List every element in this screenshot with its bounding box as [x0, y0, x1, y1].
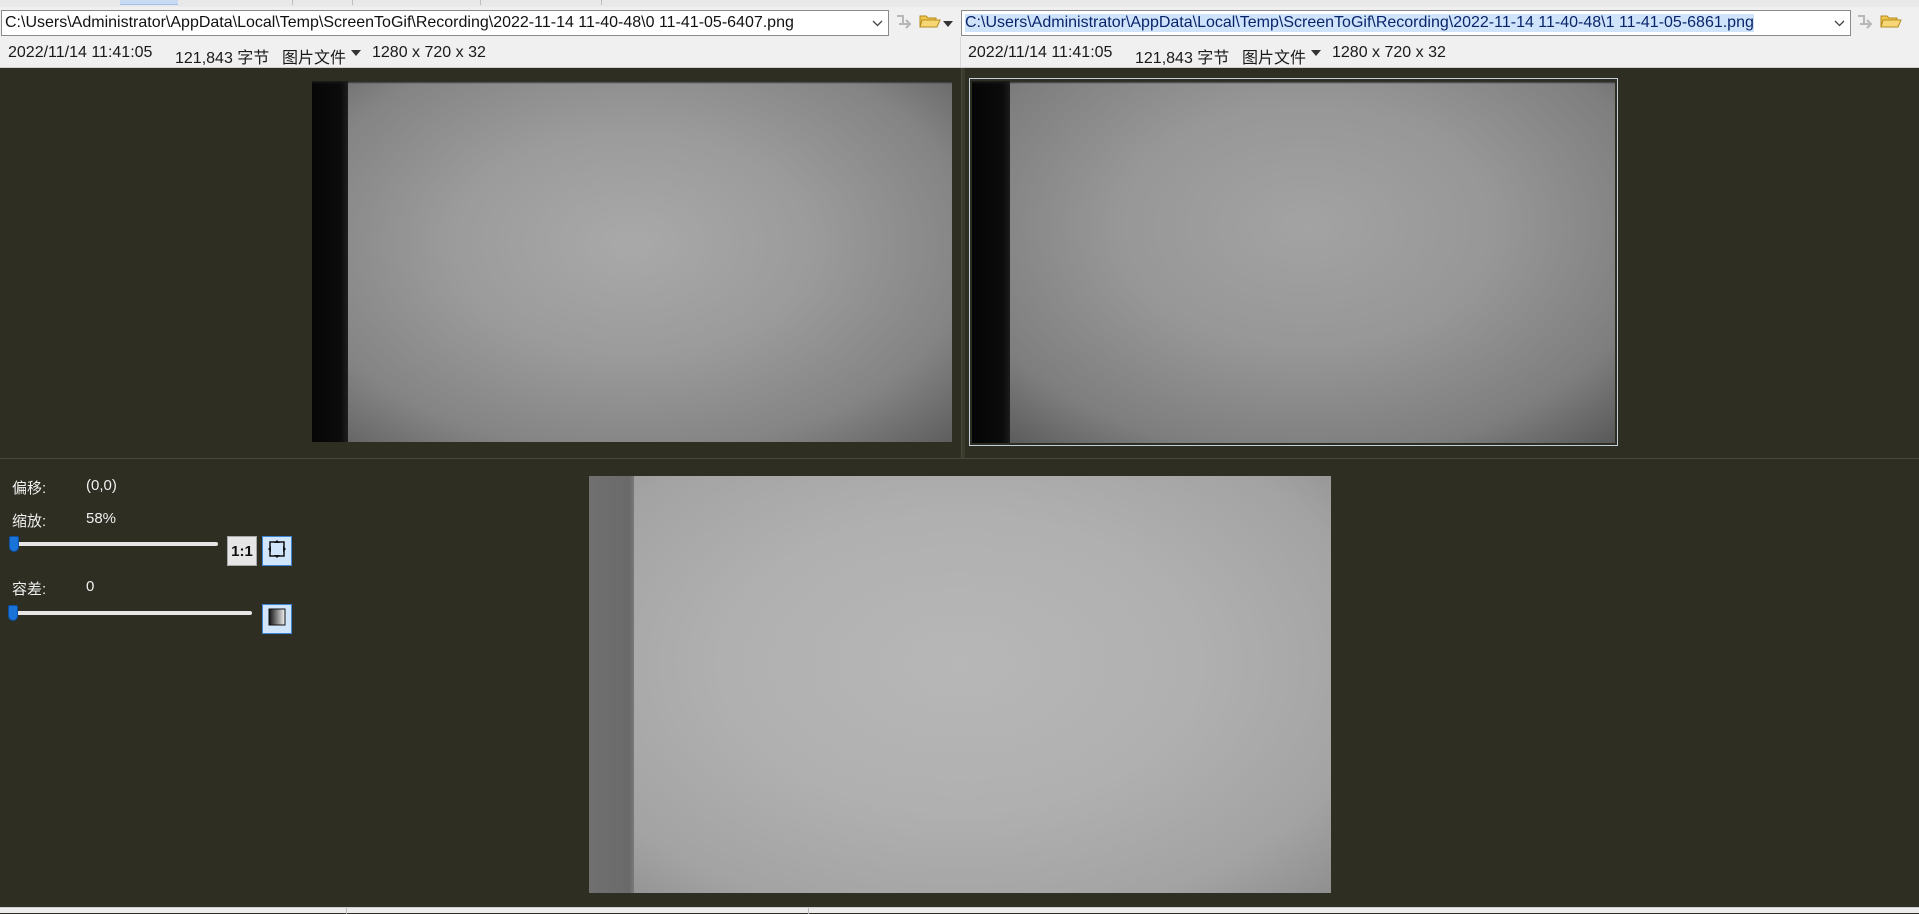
chevron-down-icon[interactable]	[1828, 11, 1850, 35]
folder-icon	[1880, 12, 1902, 35]
zoom-slider-thumb[interactable]	[9, 536, 19, 552]
image-dark-band	[972, 81, 1010, 443]
tolerance-slider-track[interactable]	[12, 611, 252, 615]
tab-separator	[601, 0, 602, 5]
caret-down-icon[interactable]	[351, 50, 361, 56]
vertical-splitter[interactable]	[961, 68, 965, 458]
right-path-combobox[interactable]: C:\Users\Administrator\AppData\Local\Tem…	[961, 10, 1851, 36]
image-dark-band	[312, 81, 348, 442]
right-file-dimensions: 1280 x 720 x 32	[1332, 44, 1446, 61]
gradient-square-icon	[268, 608, 286, 631]
status-separator	[346, 908, 347, 914]
left-file-dimensions: 1280 x 720 x 32	[372, 44, 486, 61]
left-file-size: 121,843 字节	[175, 50, 270, 67]
left-file-date: 2022/11/14 11:41:05	[8, 44, 153, 61]
difference-image-view[interactable]	[589, 476, 1331, 893]
tolerance-label: 容差:	[12, 581, 47, 598]
fit-window-icon	[267, 539, 287, 564]
left-path-bar: C:\Users\Administrator\AppData\Local\Tem…	[0, 7, 960, 37]
tab-separator	[352, 0, 353, 5]
tab-separator	[292, 0, 293, 5]
status-separator	[808, 908, 809, 914]
left-path-text[interactable]: C:\Users\Administrator\AppData\Local\Tem…	[2, 14, 866, 32]
open-folder-button[interactable]	[1879, 12, 1903, 34]
next-file-button[interactable]	[1853, 12, 1877, 34]
right-image-view[interactable]	[972, 81, 1615, 443]
tolerance-mode-button[interactable]	[262, 604, 292, 634]
offset-value: (0,0)	[86, 477, 117, 494]
image-edge	[972, 81, 1615, 84]
horizontal-splitter[interactable]	[0, 458, 1919, 464]
actual-size-button[interactable]: 1:1	[227, 536, 257, 566]
left-file-info: 2022/11/14 11:41:05 121,843 字节 图片文件 1280…	[0, 37, 960, 68]
left-path-combobox[interactable]: C:\Users\Administrator\AppData\Local\Tem…	[1, 10, 889, 36]
image-grey-band	[589, 476, 634, 893]
fit-window-button[interactable]	[262, 536, 292, 566]
right-path-selection[interactable]: C:\Users\Administrator\AppData\Local\Tem…	[965, 14, 1754, 32]
right-file-info: 2022/11/14 11:41:05 121,843 字节 图片文件 1280…	[960, 37, 1919, 68]
tolerance-value: 0	[86, 578, 95, 595]
folder-icon	[919, 12, 941, 35]
left-image-view[interactable]	[312, 81, 952, 442]
status-bar	[0, 907, 1919, 914]
right-path-bar: C:\Users\Administrator\AppData\Local\Tem…	[960, 7, 1919, 37]
chevron-down-icon[interactable]	[866, 11, 888, 35]
zoom-value: 58%	[86, 510, 117, 527]
right-path-text[interactable]: C:\Users\Administrator\AppData\Local\Tem…	[962, 14, 1828, 32]
right-file-size: 121,843 字节	[1135, 50, 1230, 67]
tab-separator	[480, 0, 481, 5]
arrow-right-icon	[1855, 12, 1875, 35]
open-menu-dropdown[interactable]	[940, 12, 956, 34]
tab-strip	[0, 0, 1919, 7]
next-file-button[interactable]	[892, 12, 916, 34]
tolerance-slider-thumb[interactable]	[8, 605, 18, 621]
zoom-slider-track[interactable]	[12, 542, 218, 546]
caret-down-icon	[943, 14, 953, 32]
open-folder-button[interactable]	[918, 12, 942, 34]
image-edge	[312, 81, 952, 84]
right-file-date: 2022/11/14 11:41:05	[968, 44, 1113, 61]
arrow-right-icon	[894, 12, 914, 35]
right-file-type[interactable]: 图片文件	[1242, 44, 1306, 68]
caret-down-icon[interactable]	[1311, 50, 1321, 56]
left-file-type[interactable]: 图片文件	[282, 44, 346, 68]
offset-label: 偏移:	[12, 480, 47, 497]
tab-active[interactable]	[120, 0, 178, 5]
zoom-label: 缩放:	[12, 513, 47, 530]
